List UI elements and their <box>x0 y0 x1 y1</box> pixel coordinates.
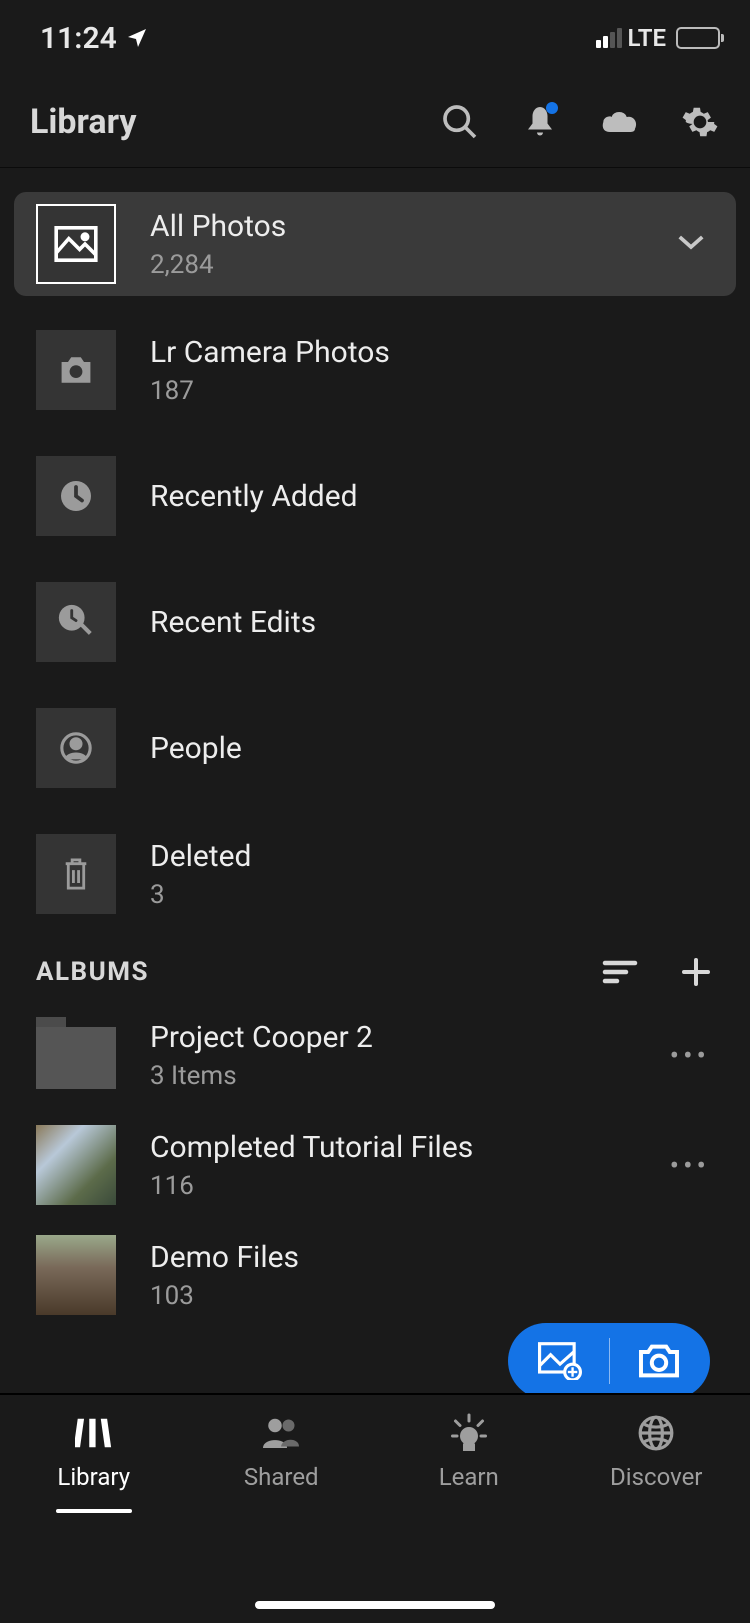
status-bar: 11:24 LTE <box>0 0 750 76</box>
item-text: Recent Edits <box>150 605 714 640</box>
tab-label: Shared <box>244 1463 319 1491</box>
library-icon <box>75 1413 113 1453</box>
header-actions <box>440 102 720 142</box>
album-count: 116 <box>150 1171 636 1201</box>
album-title: Demo Files <box>150 1240 714 1275</box>
shared-icon <box>261 1413 301 1453</box>
plus-icon <box>680 956 712 988</box>
item-count: 3 <box>150 880 714 910</box>
item-title: People <box>150 731 714 766</box>
album-demo-files[interactable]: Demo Files 103 <box>14 1220 736 1330</box>
status-left: 11:24 <box>40 21 149 56</box>
sort-icon <box>602 958 638 986</box>
album-more-button[interactable]: ••• <box>670 1149 714 1182</box>
item-title: Deleted <box>150 839 714 874</box>
search-button[interactable] <box>440 102 480 142</box>
library-item-people[interactable]: People <box>14 696 736 800</box>
album-folder-project-cooper[interactable]: Project Cooper 2 3 Items ••• <box>14 1000 736 1110</box>
album-count: 3 Items <box>150 1061 636 1091</box>
library-item-camera-photos[interactable]: Lr Camera Photos 187 <box>14 318 736 422</box>
learn-icon <box>449 1413 489 1453</box>
clock-icon <box>36 456 116 536</box>
signal-icon <box>596 28 622 48</box>
expand-button[interactable] <box>676 233 714 255</box>
notification-badge <box>546 102 558 114</box>
capture-photo-button[interactable] <box>634 1343 684 1379</box>
sort-button[interactable] <box>602 954 638 990</box>
item-count: 187 <box>150 376 714 406</box>
item-text: People <box>150 731 714 766</box>
discover-icon <box>637 1413 675 1453</box>
status-right: LTE <box>596 24 720 52</box>
item-text: Lr Camera Photos 187 <box>150 335 714 406</box>
album-more-button[interactable]: ••• <box>670 1039 714 1072</box>
status-time: 11:24 <box>40 21 117 56</box>
library-item-all-photos[interactable]: All Photos 2,284 <box>14 192 736 296</box>
item-text: Deleted 3 <box>150 839 714 910</box>
tab-library[interactable]: Library <box>0 1413 188 1623</box>
home-indicator[interactable] <box>255 1601 495 1609</box>
item-title: Recent Edits <box>150 605 714 640</box>
library-item-recently-added[interactable]: Recently Added <box>14 444 736 548</box>
tab-discover[interactable]: Discover <box>563 1413 750 1623</box>
trash-icon <box>36 834 116 914</box>
album-text: Completed Tutorial Files 116 <box>150 1130 636 1201</box>
item-text: All Photos 2,284 <box>150 209 642 280</box>
library-item-deleted[interactable]: Deleted 3 <box>14 822 736 926</box>
bottom-tab-bar: Library Shared Learn Discover <box>0 1393 750 1623</box>
tab-label: Learn <box>439 1463 499 1491</box>
albums-section-header: ALBUMS <box>14 926 736 1000</box>
camera-icon <box>36 330 116 410</box>
cloud-button[interactable] <box>600 102 640 142</box>
tab-label: Discover <box>610 1463 702 1491</box>
active-indicator <box>56 1509 132 1513</box>
clock-edit-icon <box>36 582 116 662</box>
album-title: Project Cooper 2 <box>150 1020 636 1055</box>
album-count: 103 <box>150 1281 714 1311</box>
photo-plus-icon <box>538 1342 582 1380</box>
chevron-down-icon <box>676 233 706 251</box>
section-title: ALBUMS <box>36 957 602 987</box>
camera-icon <box>637 1343 681 1379</box>
notifications-button[interactable] <box>520 102 560 142</box>
item-title: Recently Added <box>150 479 714 514</box>
location-icon <box>125 26 149 50</box>
cloud-icon <box>600 106 640 138</box>
page-title: Library <box>30 102 440 142</box>
album-text: Project Cooper 2 3 Items <box>150 1020 636 1091</box>
tab-learn[interactable]: Learn <box>375 1413 563 1623</box>
item-text: Recently Added <box>150 479 714 514</box>
tab-shared[interactable]: Shared <box>188 1413 376 1623</box>
item-title: All Photos <box>150 209 642 244</box>
fab-divider <box>609 1338 610 1384</box>
tab-label: Library <box>57 1463 130 1491</box>
album-text: Demo Files 103 <box>150 1240 714 1311</box>
search-icon <box>440 102 480 142</box>
battery-icon <box>676 27 720 49</box>
network-label: LTE <box>628 24 666 52</box>
content-scroll[interactable]: All Photos 2,284 Lr Camera Photos 187 Re… <box>0 168 750 1330</box>
album-thumbnail <box>36 1125 116 1205</box>
album-title: Completed Tutorial Files <box>150 1130 636 1165</box>
library-item-recent-edits[interactable]: Recent Edits <box>14 570 736 674</box>
folder-icon <box>36 1015 116 1095</box>
album-thumbnail <box>36 1235 116 1315</box>
album-completed-tutorial[interactable]: Completed Tutorial Files 116 ••• <box>14 1110 736 1220</box>
app-header: Library <box>0 76 750 168</box>
photo-icon <box>36 204 116 284</box>
item-title: Lr Camera Photos <box>150 335 714 370</box>
add-album-button[interactable] <box>678 954 714 990</box>
add-fab <box>508 1323 710 1399</box>
gear-icon <box>681 103 719 141</box>
import-photo-button[interactable] <box>535 1342 585 1380</box>
person-icon <box>36 708 116 788</box>
item-count: 2,284 <box>150 250 642 280</box>
settings-button[interactable] <box>680 102 720 142</box>
